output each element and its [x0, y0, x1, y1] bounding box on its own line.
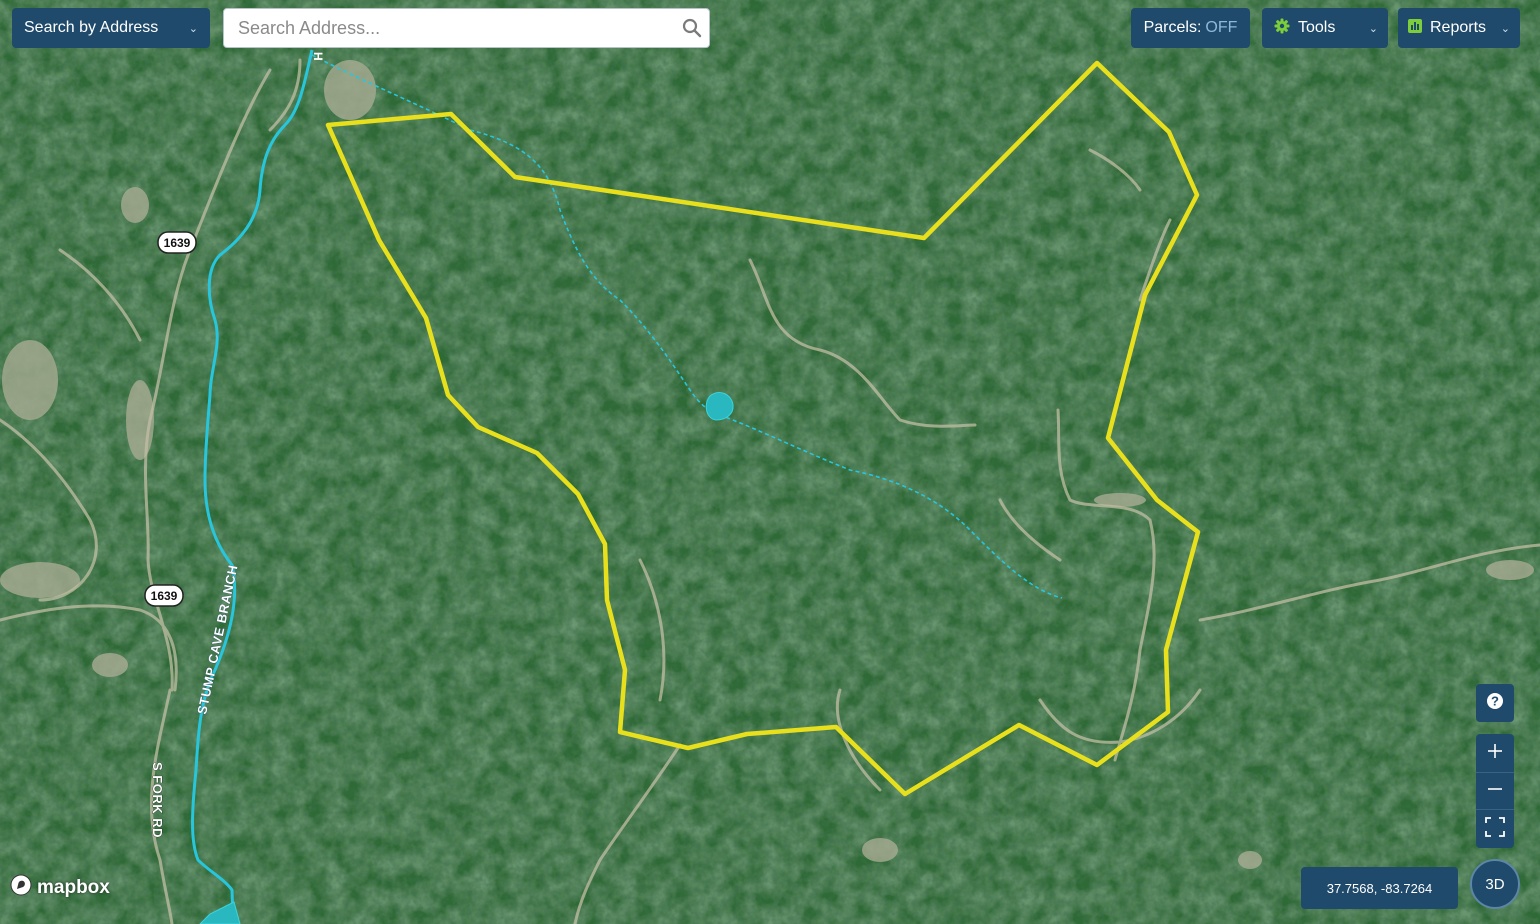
report-chart-icon [1408, 18, 1422, 38]
pond [705, 392, 734, 421]
zoom-out-button[interactable] [1476, 772, 1514, 810]
fullscreen-button[interactable] [1476, 810, 1514, 848]
search-mode-label: Search by Address [24, 19, 159, 36]
svg-text:?: ? [1491, 693, 1499, 708]
minus-icon [1487, 781, 1503, 802]
parcels-label: Parcels: [1143, 19, 1202, 36]
road-label: S FORK RD [150, 762, 165, 838]
plus-icon [1487, 743, 1503, 764]
chevron-down-icon: ⌄ [1500, 22, 1510, 35]
map-label-fragment: H [311, 52, 325, 61]
search-icon[interactable] [675, 18, 709, 38]
coordinates-text: 37.7568, -83.7264 [1326, 880, 1433, 896]
chevron-down-icon: ⌄ [188, 22, 198, 35]
search-input[interactable] [224, 10, 675, 46]
coordinates-readout: 37.7568, -83.7264 [1301, 867, 1458, 909]
forest-texture-fine [0, 0, 1540, 924]
reports-label: Reports [1430, 19, 1487, 36]
view-3d-label: 3D [1485, 875, 1505, 893]
chevron-down-icon: ⌄ [1368, 22, 1378, 35]
tools-label: Tools [1298, 19, 1336, 36]
road-shield-label: 1639 [151, 589, 178, 603]
zoom-in-button[interactable] [1476, 734, 1514, 772]
gear-icon [1274, 18, 1290, 39]
road-shield-1639-north: 1639 [157, 231, 197, 254]
mapbox-logo[interactable]: mapbox [10, 874, 110, 902]
search-mode-dropdown[interactable]: Search by Address ⌄ [12, 8, 210, 48]
mapbox-icon [10, 874, 32, 902]
road-shield-label: 1639 [164, 236, 191, 250]
help-button[interactable]: ? [1476, 684, 1514, 722]
question-icon: ? [1486, 692, 1504, 715]
mapbox-attribution: mapbox [37, 877, 110, 898]
tools-dropdown[interactable]: Tools ⌄ [1262, 8, 1388, 48]
satellite-map[interactable]: 1639 1639 STUMP CAVE BRANCH S FORK RD H [0, 0, 1540, 924]
fullscreen-icon [1485, 816, 1505, 842]
parcels-toggle[interactable]: Parcels: OFF [1131, 8, 1250, 48]
view-3d-button[interactable]: 3D [1470, 859, 1520, 909]
parcels-state: OFF [1205, 19, 1238, 36]
reports-dropdown[interactable]: Reports ⌄ [1398, 8, 1520, 48]
road-shield-1639-south: 1639 [144, 584, 184, 607]
search-box[interactable] [223, 8, 710, 48]
